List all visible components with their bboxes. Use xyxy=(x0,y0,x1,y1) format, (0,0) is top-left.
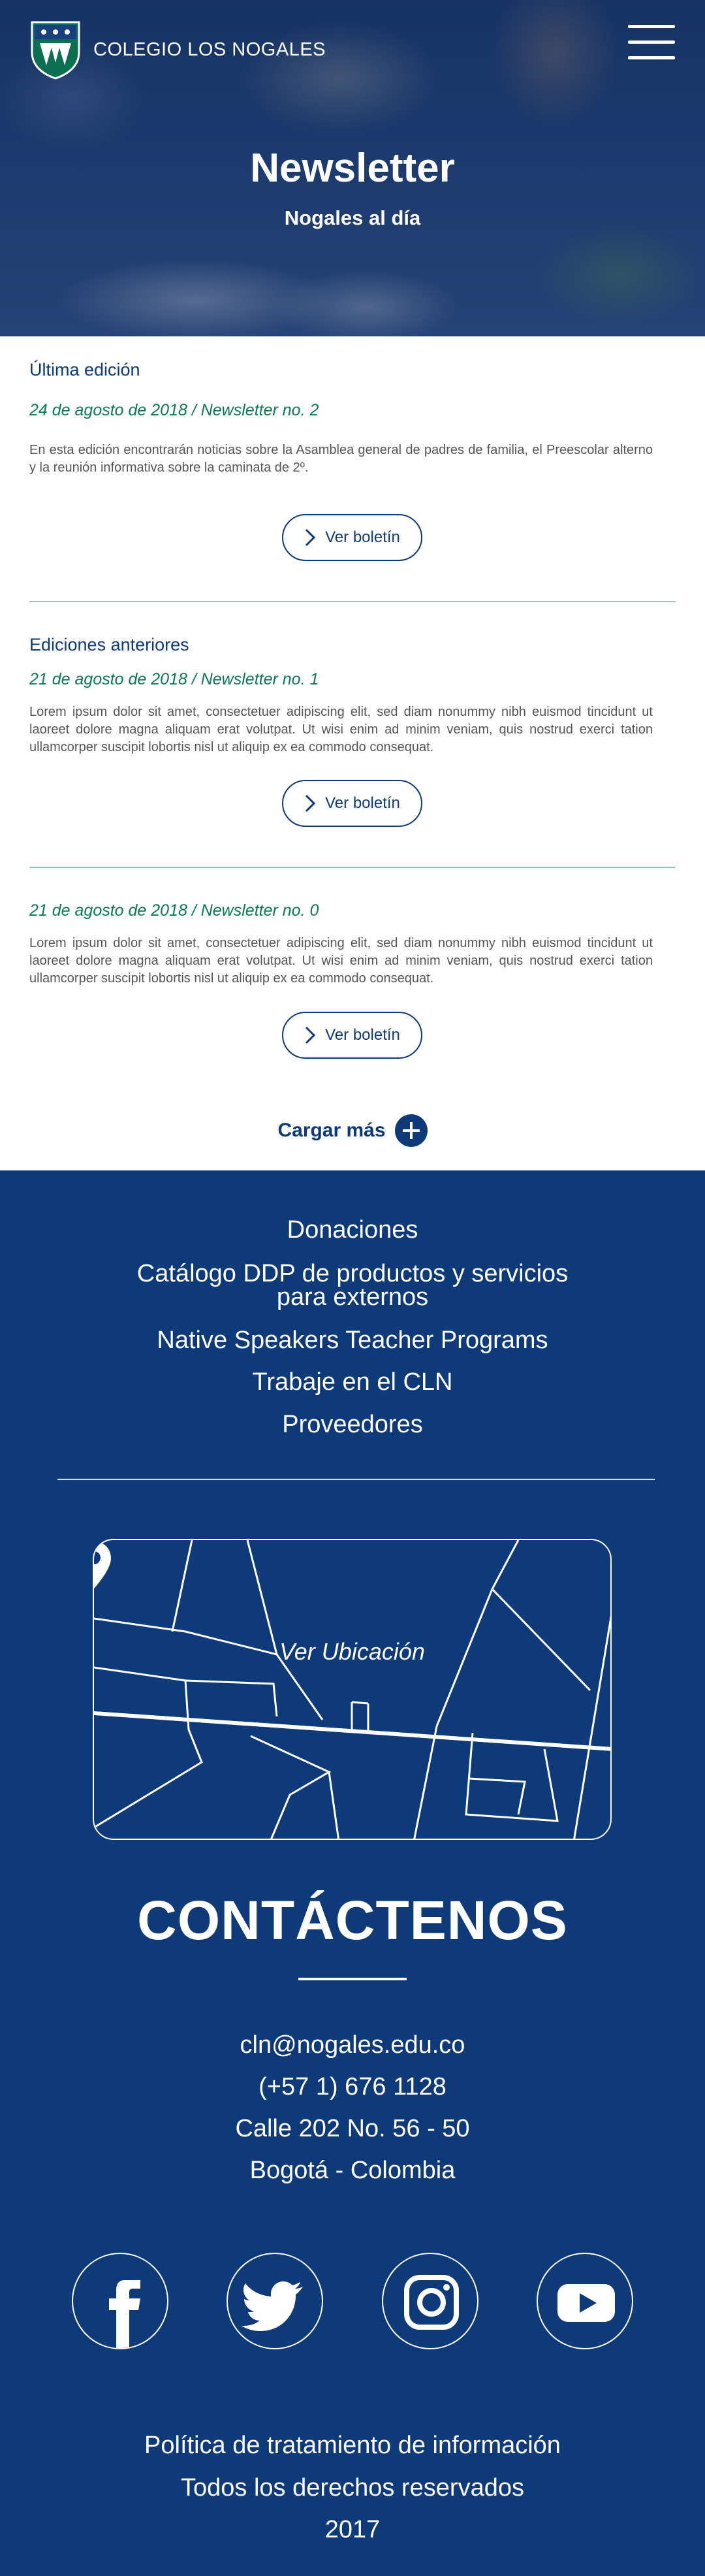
button-label: Ver boletín xyxy=(325,1026,400,1044)
latest-section-title: Última edición xyxy=(29,360,140,379)
edition-description: Lorem ipsum dolor sit amet, consectetuer… xyxy=(29,705,653,754)
contact-title: CONTÁCTENOS xyxy=(137,1890,568,1951)
instagram-icon[interactable] xyxy=(382,2253,478,2349)
chevron-right-icon xyxy=(306,1026,316,1044)
footer-link-proveedores[interactable]: Proveedores xyxy=(0,1411,705,1438)
footer-divider xyxy=(57,1479,655,1480)
chevron-right-icon xyxy=(306,794,316,813)
edition-date: 21 de agosto de 2018 / Newsletter no. 0 xyxy=(29,901,319,920)
hamburger-menu-icon[interactable] xyxy=(628,25,675,63)
shield-logo-icon xyxy=(31,21,80,80)
divider xyxy=(29,601,676,602)
page-title: Newsletter xyxy=(250,146,455,191)
ver-boletin-button[interactable]: Ver boletín xyxy=(282,1012,422,1059)
map-illustration xyxy=(94,1540,610,1839)
load-more-label: Cargar más xyxy=(277,1119,386,1141)
school-logo[interactable]: COLEGIO LOS NOGALES xyxy=(29,20,326,80)
footer-link-catalogo[interactable]: Catálogo DDP de productos y servicios xyxy=(0,1261,705,1287)
facebook-icon[interactable] xyxy=(72,2253,168,2349)
footer-link-catalogo-cont[interactable]: para externos xyxy=(0,1284,705,1310)
contact-email[interactable]: cln@nogales.edu.co xyxy=(0,2031,705,2059)
edition-date: 21 de agosto de 2018 / Newsletter no. 1 xyxy=(29,670,319,688)
ver-boletin-button[interactable]: Ver boletín xyxy=(282,514,422,561)
map-location-card[interactable]: Ver Ubicación xyxy=(93,1539,612,1840)
footer-link-trabaje[interactable]: Trabaje en el CLN xyxy=(0,1369,705,1395)
contact-city: Bogotá - Colombia xyxy=(249,2157,456,2184)
page-subtitle: Nogales al día xyxy=(284,206,421,229)
privacy-policy-link[interactable]: Política de tratamiento de información xyxy=(0,2432,705,2460)
load-more-button[interactable]: Cargar más xyxy=(0,1114,705,1147)
divider xyxy=(29,867,676,868)
edition-description: Lorem ipsum dolor sit amet, consectetuer… xyxy=(29,936,653,986)
contact-phone[interactable]: (+57 1) 676 1128 xyxy=(0,2073,705,2101)
hero-banner: COLEGIO LOS NOGALES Newsletter Nogales a… xyxy=(0,0,705,336)
footer-link-donaciones[interactable]: Donaciones xyxy=(0,1217,705,1243)
button-label: Ver boletín xyxy=(325,794,400,812)
copyright-year: 2017 xyxy=(324,2516,381,2543)
contact-address: Calle 202 No. 56 - 50 xyxy=(235,2115,470,2142)
button-label: Ver boletín xyxy=(325,528,400,546)
latest-description: En esta edición encontrarán noticias sob… xyxy=(29,443,653,475)
previous-section-title: Ediciones anteriores xyxy=(29,635,189,654)
map-label: Ver Ubicación xyxy=(279,1638,425,1665)
footer: Donaciones Catálogo DDP de productos y s… xyxy=(0,1170,705,2576)
ver-boletin-button[interactable]: Ver boletín xyxy=(282,780,422,827)
location-pin-icon xyxy=(94,1541,111,1588)
logo-text: COLEGIO LOS NOGALES xyxy=(93,39,326,60)
chevron-right-icon xyxy=(306,528,316,547)
footer-link-native-speakers[interactable]: Native Speakers Teacher Programs xyxy=(0,1327,705,1353)
twitter-icon[interactable] xyxy=(227,2253,323,2349)
latest-date: 24 de agosto de 2018 / Newsletter no. 2 xyxy=(29,401,319,419)
contact-underline xyxy=(298,1978,407,1980)
rights-reserved-text: Todos los derechos reservados xyxy=(181,2474,524,2502)
youtube-icon[interactable] xyxy=(537,2253,633,2349)
plus-circle-icon xyxy=(394,1114,428,1147)
